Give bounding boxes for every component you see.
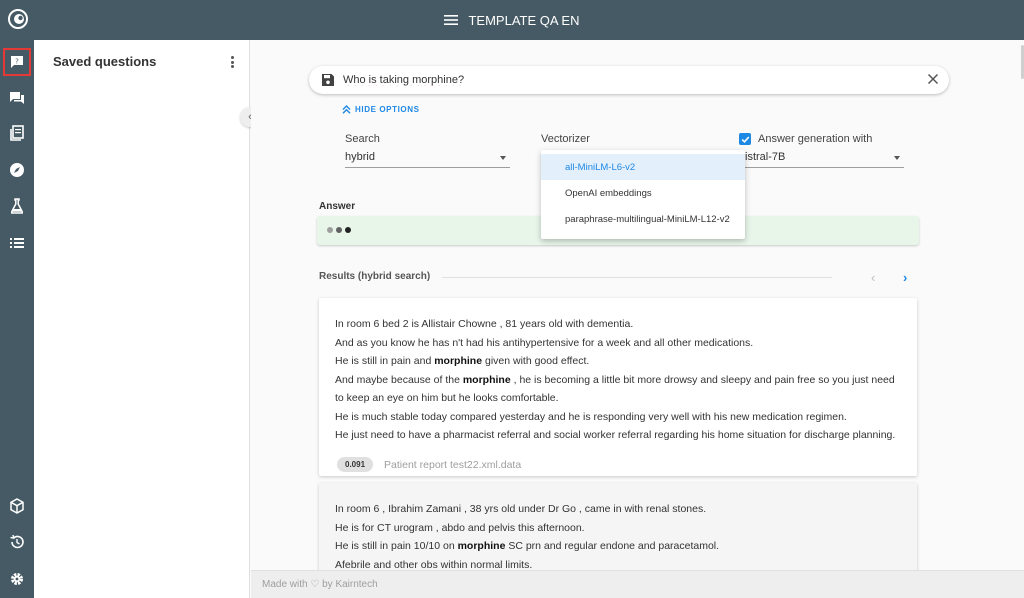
search-type-value: hybrid	[345, 151, 375, 163]
answer-generation-checkbox[interactable]	[739, 133, 751, 145]
model-select[interactable]: istral-7B	[745, 151, 904, 168]
top-bar: TEMPLATE QA EN	[0, 0, 1024, 40]
result-line-text: SC prn and regular endone and paracetamo…	[505, 540, 720, 552]
result-line-text: He is still in pain and	[335, 355, 435, 367]
question-input[interactable]	[343, 71, 903, 89]
app-title: TEMPLATE QA EN	[468, 12, 580, 28]
result-line-text: And maybe because of the	[335, 373, 463, 386]
result-line-text: Afebrile and other obs within normal lim…	[335, 558, 533, 571]
hide-options-label: HIDE OPTIONS	[355, 105, 420, 114]
saved-questions-title: Saved questions	[53, 54, 157, 69]
result-line-text: given with good effect.	[482, 355, 590, 367]
rail-lab-button[interactable]	[0, 189, 34, 223]
result-meta: 0.091 Patient report test22.xml.data	[337, 457, 521, 472]
result-line: He just need to have a pharmacist referr…	[335, 426, 901, 445]
vectorizer-option[interactable]: paraphrase-multilingual-MiniLM-L12-v2	[541, 206, 745, 232]
close-icon[interactable]	[926, 72, 940, 86]
hide-options-button[interactable]: HIDE OPTIONS	[342, 105, 420, 114]
result-line: In room 6 , Ibrahim Zamani , 38 yrs old …	[335, 500, 901, 519]
check-icon	[741, 135, 749, 143]
result-line: He is much stable today compared yesterd…	[335, 408, 901, 427]
score-badge: 0.091	[337, 457, 374, 472]
result-text: In room 6 , Ibrahim Zamani , 38 yrs old …	[335, 500, 901, 570]
rail-explore-button[interactable]	[0, 153, 34, 187]
result-card[interactable]: In room 6 , Ibrahim Zamani , 38 yrs old …	[319, 483, 917, 570]
result-line: He is still in pain and morphine given w…	[335, 352, 901, 371]
rail-question-button[interactable]: ?	[0, 45, 34, 79]
rail-settings-button[interactable]	[0, 562, 34, 596]
footer: Made with ♡ by Kairntech	[251, 570, 1024, 598]
left-rail: ?	[0, 40, 34, 598]
next-page-button[interactable]: ›	[903, 270, 907, 285]
highlighted-term: morphine	[457, 540, 506, 552]
history-icon	[10, 534, 24, 549]
result-line-text: He is still in pain 10/10 on	[335, 540, 458, 552]
result-line: Afebrile and other obs within normal lim…	[335, 556, 901, 571]
result-text: In room 6 bed 2 is Allistair Chowne , 81…	[335, 315, 901, 445]
question-icon: ?	[11, 56, 23, 68]
highlighted-term: morphine	[434, 355, 483, 367]
vectorizer-menu: all-MiniLM-L6-v2 OpenAI embeddings paraphr…	[541, 150, 745, 239]
rail-documents-button[interactable]	[0, 116, 34, 150]
result-line-text: In room 6 bed 2 is Allistair Chowne , 81…	[335, 318, 634, 330]
compass-icon	[10, 163, 24, 177]
footer-text: Made with ♡ by Kairntech	[262, 579, 378, 590]
document-icon	[10, 125, 24, 141]
result-line-text: He is much stable today compared yesterd…	[335, 410, 847, 423]
result-line: He is still in pain 10/10 on morphine SC…	[335, 537, 901, 556]
results-label: Results (hybrid search)	[319, 271, 431, 282]
result-line-text: He just need to have a pharmacist referr…	[335, 429, 896, 441]
rail-history-button[interactable]	[0, 525, 34, 559]
result-card[interactable]: In room 6 bed 2 is Allistair Chowne , 81…	[319, 298, 917, 476]
chevron-right-icon: ›	[903, 270, 908, 285]
model-value: istral-7B	[745, 151, 786, 163]
result-line-text: And as you know he has n't had his antih…	[335, 336, 754, 349]
result-source[interactable]: Patient report test22.xml.data	[384, 459, 521, 471]
double-chevron-up-icon	[342, 105, 351, 114]
more-vert-icon[interactable]	[226, 54, 238, 70]
search-type-label: Search	[345, 133, 380, 145]
previous-page-button[interactable]: ‹	[871, 270, 875, 285]
dropdown-arrow-icon	[500, 156, 506, 160]
result-line: And as you know he has n't had his antih…	[335, 334, 901, 353]
list-icon	[10, 238, 24, 248]
result-line: He is for CT urogram , abdo and pelvis t…	[335, 519, 901, 538]
menu-icon[interactable]	[444, 15, 459, 25]
vectorizer-label: Vectorizer	[541, 133, 590, 145]
rail-chat-button[interactable]	[0, 81, 34, 115]
vectorizer-option[interactable]: OpenAI embeddings	[541, 180, 745, 206]
search-type-select[interactable]: hybrid	[345, 151, 510, 168]
chat-icon	[10, 92, 24, 104]
loading-dots	[327, 227, 351, 233]
vectorizer-option[interactable]: all-MiniLM-L6-v2	[541, 154, 745, 180]
result-line-text: He is for CT urogram , abdo and pelvis t…	[335, 521, 585, 534]
rail-models-button[interactable]	[0, 489, 34, 523]
divider	[442, 277, 832, 278]
dropdown-arrow-icon	[894, 156, 900, 160]
highlighted-term: morphine	[462, 373, 511, 386]
save-icon[interactable]	[321, 73, 335, 87]
answer-generation-label: Answer generation with	[758, 133, 873, 145]
result-line: In room 6 bed 2 is Allistair Chowne , 81…	[335, 315, 901, 334]
cube-icon	[10, 498, 24, 514]
main-content: HIDE OPTIONS Search hybrid Vectorizer An…	[251, 40, 1024, 570]
search-bar	[309, 66, 949, 94]
settings-icon	[11, 573, 23, 585]
answer-label: Answer	[319, 201, 356, 212]
chevron-left-icon: ‹	[871, 270, 876, 285]
svg-text:?: ?	[15, 58, 19, 66]
rail-list-button[interactable]	[0, 226, 34, 260]
flask-icon	[11, 198, 23, 214]
saved-questions-panel: Saved questions	[34, 40, 250, 598]
result-line-text: In room 6 , Ibrahim Zamani , 38 yrs old …	[335, 503, 707, 515]
result-line: And maybe because of the morphine , he i…	[335, 371, 901, 408]
